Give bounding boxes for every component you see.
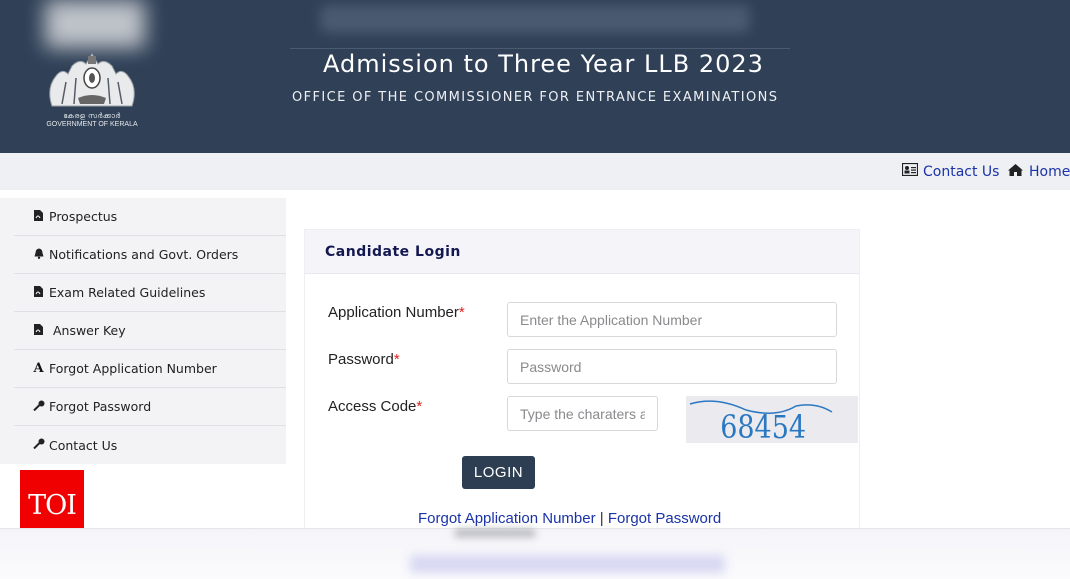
home-label: Home [1029,164,1070,180]
sidebar-item-contact-us[interactable]: Contact Us [14,426,286,464]
sidebar-item-label: Forgot Password [49,399,152,414]
candidate-login-card: Candidate Login Application Number* Pass… [304,229,860,529]
blurred-reflection-links [410,555,725,573]
blurred-banner-text [320,5,750,33]
sidebar-item-forgot-password[interactable]: Forgot Password [14,388,286,426]
access-code-label: Access Code* [328,398,422,415]
sidebar-item-label: Prospectus [49,209,118,224]
home-icon [1007,163,1024,181]
link-separator: | [599,510,604,527]
header-divider [290,48,790,49]
faded-footer-area [0,528,1070,579]
captcha-image: 68454 [686,396,858,446]
access-code-input[interactable] [507,396,658,431]
forgot-application-number-link[interactable]: Forgot Application Number [418,510,596,527]
sidebar-item-notifications[interactable]: Notifications and Govt. Orders [14,236,286,274]
contact-us-link[interactable]: Contact Us [901,162,1000,180]
login-card-title: Candidate Login [305,230,859,274]
required-asterisk: * [416,398,423,415]
sidebar-item-label: Exam Related Guidelines [49,285,206,300]
sidebar-item-answer-key[interactable]: Answer Key [14,312,286,350]
password-label: Password* [328,351,400,368]
label-text: Access Code [328,398,417,415]
address-card-icon [901,162,919,180]
sidebar-item-prospectus[interactable]: Prospectus [14,198,286,236]
contact-us-label: Contact Us [923,163,1000,180]
blurred-reflection [455,529,535,537]
key-icon [33,438,45,452]
sidebar-item-exam-guidelines[interactable]: Exam Related Guidelines [14,274,286,312]
forgot-password-link[interactable]: Forgot Password [608,510,721,527]
label-text: Password [328,351,394,368]
required-asterisk: * [458,304,465,321]
page-subtitle: OFFICE OF THE COMMISSIONER FOR ENTRANCE … [292,90,779,105]
label-text: Application Number [328,304,459,321]
sidebar-item-label: Contact Us [49,437,118,453]
password-input[interactable] [507,349,837,384]
emblem-icon [49,53,135,107]
bell-icon [33,248,44,262]
sidebar-menu: Prospectus Notifications and Govt. Order… [0,198,286,464]
blurred-logo-area [45,0,145,48]
sidebar-item-label: Forgot Application Number [49,361,217,376]
captcha-text: 68454 [720,409,806,443]
login-button[interactable]: LOGIN [462,456,535,489]
top-nav-bar: Contact Us Home [0,153,1070,190]
application-number-input[interactable] [507,302,837,337]
page-title: Admission to Three Year LLB 2023 [323,50,764,78]
font-icon: A [33,361,44,376]
forgot-links: Forgot Application Number | Forgot Passw… [418,510,721,527]
pdf-file-icon [33,209,44,224]
site-header: കേരള സർക്കാർ GOVERNMENT OF KERALA Admiss… [0,0,1070,153]
emblem-english-text: GOVERNMENT OF KERALA [46,121,138,128]
pdf-file-icon [33,285,44,300]
sidebar-item-label: Notifications and Govt. Orders [49,247,239,262]
sidebar-item-label: Answer Key [49,323,126,338]
pdf-file-icon [33,323,44,338]
home-link[interactable]: Home [1007,163,1070,181]
required-asterisk: * [393,351,400,368]
kerala-emblem-logo: കേരള സർക്കാർ GOVERNMENT OF KERALA [42,48,142,130]
emblem-malayalam-text: കേരള സർക്കാർ [63,112,121,120]
application-number-label: Application Number* [328,304,465,321]
sidebar-item-forgot-application-number[interactable]: A Forgot Application Number [14,350,286,388]
key-icon [33,400,45,414]
